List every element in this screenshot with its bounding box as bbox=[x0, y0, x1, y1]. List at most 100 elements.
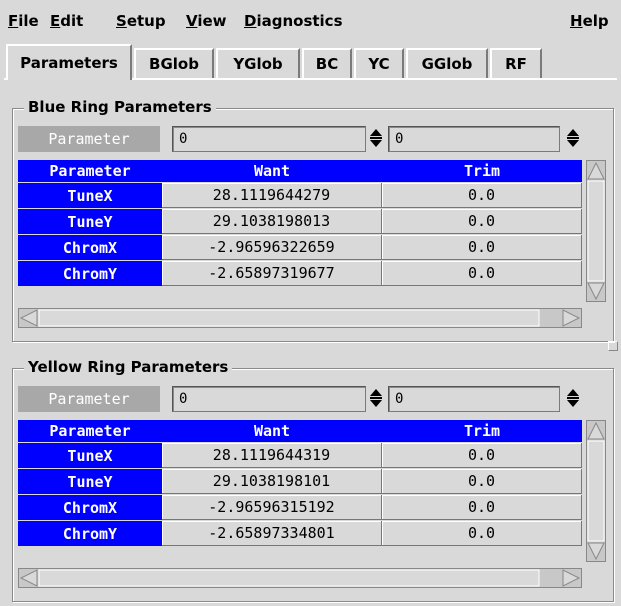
spin-down-icon[interactable] bbox=[567, 400, 579, 407]
blue-entry-2[interactable]: 0 bbox=[388, 126, 560, 152]
blue-want-cell[interactable]: -2.96596322659 bbox=[162, 235, 382, 260]
yellow-row-name[interactable]: ChromX bbox=[18, 495, 162, 520]
spin-up-icon[interactable] bbox=[567, 389, 579, 396]
yellow-trim-cell[interactable]: 0.0 bbox=[382, 521, 582, 546]
menu-setup[interactable]: Setup bbox=[116, 12, 166, 30]
menu-edit-label: Edit bbox=[50, 12, 84, 30]
spin-up-icon[interactable] bbox=[370, 129, 382, 136]
menu-view[interactable]: View bbox=[186, 12, 227, 30]
blue-col-want: Want bbox=[253, 162, 291, 180]
tab-gglob-label: GGlob bbox=[421, 55, 473, 73]
tab-yglob[interactable]: YGlob bbox=[216, 48, 300, 78]
menu-file[interactable]: File bbox=[8, 12, 39, 30]
yellow-ring-group: Yellow Ring Parameters Parameter 0 0 Par… bbox=[12, 358, 614, 602]
blue-parameter-button[interactable]: Parameter bbox=[18, 126, 160, 152]
scrollbar-graphics bbox=[587, 161, 605, 301]
yellow-want-cell[interactable]: -2.65897334801 bbox=[162, 521, 382, 546]
yellow-trim-cell[interactable]: 0.0 bbox=[382, 443, 582, 468]
tab-bglob[interactable]: BGlob bbox=[134, 48, 214, 78]
table-row: ChromY -2.65897334801 0.0 bbox=[18, 521, 582, 547]
table-row: ChromY -2.65897319677 0.0 bbox=[18, 261, 582, 287]
scroll-left-arrow-icon[interactable] bbox=[19, 569, 38, 587]
blue-vertical-scrollbar[interactable] bbox=[586, 160, 606, 302]
menu-setup-label: Setup bbox=[116, 12, 166, 30]
blue-trim-cell[interactable]: 0.0 bbox=[382, 261, 582, 286]
yellow-spin-2[interactable] bbox=[567, 388, 579, 412]
spin-down-icon[interactable] bbox=[370, 400, 382, 407]
table-row: TuneX 28.1119644319 0.0 bbox=[18, 443, 582, 469]
yellow-trim-cell[interactable]: 0.0 bbox=[382, 469, 582, 494]
scroll-up-arrow-icon[interactable] bbox=[587, 161, 605, 180]
pane-resize-grip[interactable] bbox=[608, 341, 618, 351]
yellow-want-cell[interactable]: -2.96596315192 bbox=[162, 495, 382, 520]
blue-row-name[interactable]: ChromX bbox=[18, 235, 162, 260]
yellow-row-name[interactable]: ChromY bbox=[18, 521, 162, 546]
yellow-vertical-scrollbar[interactable] bbox=[586, 420, 606, 562]
scroll-up-arrow-icon[interactable] bbox=[587, 421, 605, 440]
yellow-row-name[interactable]: TuneX bbox=[18, 443, 162, 468]
blue-want-cell[interactable]: 28.1119644279 bbox=[162, 183, 382, 208]
blue-col-trim: Trim bbox=[463, 162, 501, 180]
scroll-right-arrow-icon[interactable] bbox=[562, 569, 581, 587]
blue-trim-cell[interactable]: 0.0 bbox=[382, 209, 582, 234]
yellow-want-cell[interactable]: 29.1038198101 bbox=[162, 469, 382, 494]
scroll-down-arrow-icon[interactable] bbox=[587, 282, 605, 301]
hscroll-thumb[interactable] bbox=[38, 309, 540, 327]
tab-bglob-label: BGlob bbox=[149, 55, 199, 73]
menu-view-label: View bbox=[186, 12, 227, 30]
scroll-right-arrow-icon[interactable] bbox=[562, 309, 581, 327]
blue-table-header: Parameter Want Trim bbox=[18, 160, 582, 182]
menu-help-label: Help bbox=[570, 12, 609, 30]
table-row: TuneY 29.1038198101 0.0 bbox=[18, 469, 582, 495]
yellow-entry-2[interactable]: 0 bbox=[388, 386, 560, 412]
tab-bc[interactable]: BC bbox=[302, 48, 352, 78]
scroll-thumb[interactable] bbox=[587, 440, 605, 542]
hscroll-thumb[interactable] bbox=[38, 569, 540, 587]
menu-diagnostics[interactable]: Diagnostics bbox=[244, 12, 343, 30]
blue-want-cell[interactable]: -2.65897319677 bbox=[162, 261, 382, 286]
yellow-entry-1[interactable]: 0 bbox=[172, 386, 366, 412]
spin-divider bbox=[370, 137, 382, 139]
spin-divider bbox=[567, 397, 579, 399]
menu-edit[interactable]: Edit bbox=[50, 12, 83, 30]
blue-row-name[interactable]: TuneX bbox=[18, 183, 162, 208]
menu-bar: File Edit Setup View Diagnostics Help bbox=[0, 0, 621, 40]
scroll-left-arrow-icon[interactable] bbox=[19, 309, 38, 327]
menu-help[interactable]: Help bbox=[570, 12, 609, 30]
blue-want-cell[interactable]: 29.1038198013 bbox=[162, 209, 382, 234]
blue-trim-cell[interactable]: 0.0 bbox=[382, 235, 582, 260]
scroll-down-arrow-icon[interactable] bbox=[587, 542, 605, 561]
tab-yc[interactable]: YC bbox=[354, 48, 404, 78]
tab-gglob[interactable]: GGlob bbox=[406, 48, 488, 78]
yellow-want-cell[interactable]: 28.1119644319 bbox=[162, 443, 382, 468]
yellow-table-header: Parameter Want Trim bbox=[18, 420, 582, 442]
yellow-horizontal-scrollbar[interactable] bbox=[18, 568, 582, 588]
yellow-row-name[interactable]: TuneY bbox=[18, 469, 162, 494]
tab-rf-label: RF bbox=[505, 55, 527, 73]
yellow-ring-title: Yellow Ring Parameters bbox=[24, 358, 233, 376]
spin-down-icon[interactable] bbox=[567, 140, 579, 147]
blue-ring-title: Blue Ring Parameters bbox=[24, 98, 216, 116]
blue-horizontal-scrollbar[interactable] bbox=[18, 308, 582, 328]
blue-row-name[interactable]: TuneY bbox=[18, 209, 162, 234]
tab-parameters[interactable]: Parameters bbox=[6, 44, 132, 80]
spin-up-icon[interactable] bbox=[370, 389, 382, 396]
table-row: ChromX -2.96596322659 0.0 bbox=[18, 235, 582, 261]
yellow-parameter-button[interactable]: Parameter bbox=[18, 386, 160, 412]
blue-row-name[interactable]: ChromY bbox=[18, 261, 162, 286]
spin-up-icon[interactable] bbox=[567, 129, 579, 136]
blue-spin-2[interactable] bbox=[567, 128, 579, 152]
blue-entry-1[interactable]: 0 bbox=[172, 126, 366, 152]
scroll-thumb[interactable] bbox=[587, 180, 605, 282]
blue-spin-1[interactable] bbox=[370, 128, 382, 152]
yellow-spin-1[interactable] bbox=[370, 388, 382, 412]
yellow-trim-cell[interactable]: 0.0 bbox=[382, 495, 582, 520]
blue-trim-cell[interactable]: 0.0 bbox=[382, 183, 582, 208]
yellow-col-want: Want bbox=[253, 422, 291, 440]
yellow-col-trim: Trim bbox=[463, 422, 501, 440]
blue-col-parameter: Parameter bbox=[49, 162, 131, 180]
tab-rf[interactable]: RF bbox=[490, 48, 542, 78]
table-row: TuneY 29.1038198013 0.0 bbox=[18, 209, 582, 235]
menu-file-label: File bbox=[8, 12, 39, 30]
spin-down-icon[interactable] bbox=[370, 140, 382, 147]
